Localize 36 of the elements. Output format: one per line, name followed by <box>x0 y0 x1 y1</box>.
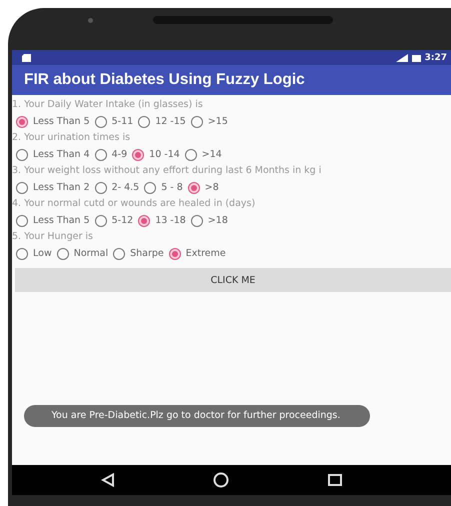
radio-option[interactable]: >8 <box>188 182 219 194</box>
question-label: 2. Your urination times is <box>12 131 132 145</box>
radio-option[interactable]: 13 -18 <box>138 214 186 226</box>
back-icon[interactable] <box>101 473 116 487</box>
radio-option[interactable]: 2- 4.5 <box>94 182 140 194</box>
click-me-button[interactable]: CLICK ME <box>15 268 451 292</box>
question-label: 4. Your normal cutd or wounds are healed in (days) <box>12 197 256 211</box>
signal-icon <box>396 54 408 62</box>
toast-message: You are Pre-Diabetic.Plz go to doctor for further proceedings. <box>24 405 370 427</box>
question-label: 3. Your weight loss without any effort during last 6 Months in kg i <box>12 164 322 178</box>
radio-option[interactable]: 10 -14 <box>132 148 180 160</box>
radio-option[interactable]: Low <box>16 248 52 260</box>
app-title: FIR about Diabetes Using Fuzzy Logic <box>24 71 305 89</box>
radio-option[interactable]: 12 -15 <box>138 116 186 128</box>
radio-option[interactable]: Less Than 5 <box>16 116 90 128</box>
radio-option[interactable]: 4-9 <box>94 148 128 160</box>
recents-icon[interactable] <box>328 474 342 486</box>
radio-option[interactable]: 5-12 <box>94 214 134 226</box>
radio-option[interactable]: Less Than 2 <box>16 182 90 194</box>
sd-card-icon <box>22 54 31 62</box>
battery-icon <box>412 54 421 62</box>
radio-option[interactable]: >18 <box>190 214 228 226</box>
radio-option[interactable]: Less Than 5 <box>16 214 90 226</box>
radio-option[interactable]: Normal <box>56 248 108 260</box>
radio-option[interactable]: 5 - 8 <box>144 182 183 194</box>
question-label: 5. Your Hunger is <box>12 230 94 244</box>
status-time: 3:27 <box>424 52 447 62</box>
radio-option[interactable]: Less Than 4 <box>16 148 90 160</box>
radio-option[interactable]: >14 <box>184 148 222 160</box>
question-label: 1. Your Daily Water Intake (in glasses) is <box>12 98 204 112</box>
home-icon[interactable] <box>213 472 230 488</box>
radio-option[interactable]: Sharpe <box>113 248 164 260</box>
radio-option[interactable]: 5-11 <box>94 116 134 128</box>
radio-option[interactable]: Extreme <box>168 248 226 260</box>
camera-icon <box>88 18 93 23</box>
radio-option[interactable]: >15 <box>190 116 228 128</box>
